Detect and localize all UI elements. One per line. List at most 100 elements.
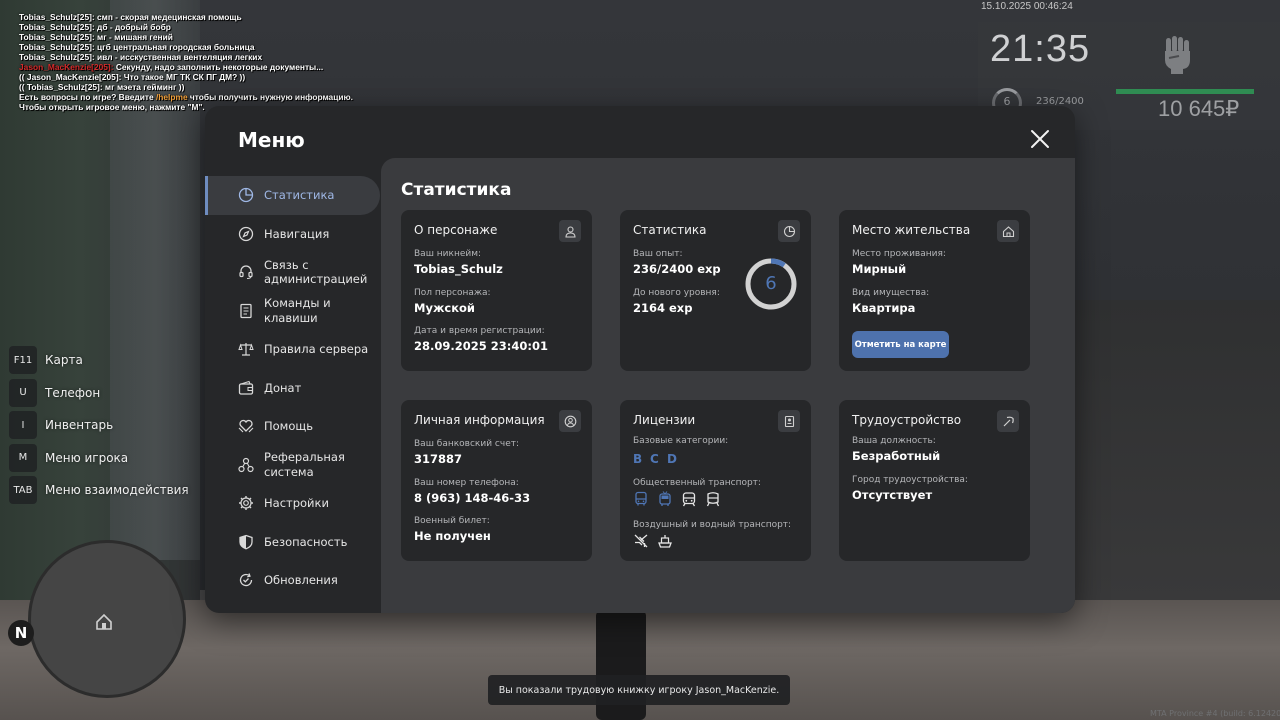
- home-icon: [95, 613, 113, 635]
- chat-line: Tobias_Schulz[25]: мг - мишаня гений: [19, 32, 353, 42]
- chat-line: Tobias_Schulz[25]: дб - добрый бобр: [19, 22, 353, 32]
- gear-icon: [239, 496, 253, 511]
- chat-line: Tobias_Schulz[25]: смп - скорая медецинс…: [19, 12, 353, 22]
- nav-label: Статистика: [264, 188, 335, 202]
- nickname-label: Ваш никнейм:: [414, 249, 482, 259]
- menu-title: Меню: [238, 128, 305, 152]
- ship-icon: [658, 535, 672, 548]
- hint-key: I: [9, 411, 37, 439]
- build-info: MTA Province #4 (build: 6.12420.9: [1150, 709, 1280, 718]
- next-level-label: До нового уровня:: [633, 288, 720, 298]
- hint-label: Телефон: [45, 385, 101, 400]
- chat-text: Tobias_Schulz[25]: дб - добрый бобр: [19, 22, 171, 32]
- nav-label: Безопасность: [264, 534, 348, 549]
- chat-line: Tobias_Schulz[25]: ивл - исскуственная в…: [19, 52, 353, 62]
- card-residence: Место жительства Место проживания: Мирны…: [839, 210, 1030, 371]
- document-icon: [240, 303, 252, 318]
- nav-label: Связь с администрацией: [264, 257, 368, 287]
- mark-on-map-button[interactable]: Отметить на карте: [852, 331, 949, 358]
- pie-chart-icon: [238, 188, 254, 203]
- nav-admin-contact[interactable]: Связь с администрацией: [205, 253, 380, 292]
- key-hints: F11 Карта U Телефон I Инвентарь M Меню и…: [9, 346, 189, 509]
- nav-security[interactable]: Безопасность: [205, 523, 380, 562]
- menu-modal: Меню Статистика Навигация Связь с админи…: [205, 106, 1075, 613]
- hint-key: F11: [9, 346, 37, 374]
- card-title: Лицензии: [633, 413, 696, 427]
- nav-label: Навигация: [264, 226, 330, 241]
- exp-value: 236/2400 exp: [633, 262, 721, 276]
- nav-label: Донат: [264, 380, 302, 395]
- trolleybus-icon: [659, 491, 671, 506]
- wallet-icon: [238, 380, 254, 395]
- chat-line: (( Jason_MacKenzie[205]: Что такое МГ ТК…: [19, 72, 353, 82]
- headset-icon: [239, 265, 253, 280]
- nav-donate[interactable]: Донат: [205, 369, 380, 408]
- tram-icon: [682, 492, 696, 507]
- chat-line: Jason_MacKenzie[205]: Секунду, надо запо…: [19, 62, 353, 72]
- minimap: [28, 540, 186, 698]
- card-title: О персонаже: [414, 223, 498, 237]
- home-icon: [997, 220, 1019, 242]
- residence-place-label: Место проживания:: [852, 249, 946, 259]
- hint-player-menu: M Меню игрока: [9, 443, 189, 472]
- hint-key: M: [9, 443, 37, 472]
- phone-value: 8 (963) 148-46-33: [414, 491, 531, 505]
- chat-text: Есть вопросы по игре? Введите: [19, 92, 156, 102]
- hint-key: TAB: [9, 476, 37, 504]
- license-icon: [778, 410, 800, 432]
- chat-text: Чтобы открыть игровое меню, нажмите "M".: [19, 102, 205, 112]
- card-title: Личная информация: [414, 413, 545, 427]
- nav-label: Правила сервера: [264, 342, 369, 356]
- nav-label: Реферальная система: [264, 450, 345, 479]
- nav-updates[interactable]: Обновления: [205, 561, 380, 600]
- statistics-content: Статистика О персонаже Ваш никнейм: Tobi…: [381, 158, 1075, 613]
- hint-map: F11 Карта: [9, 346, 189, 374]
- content-title: Статистика: [401, 180, 512, 200]
- chat-line: Есть вопросы по игре? Введите /helpme чт…: [19, 92, 353, 102]
- nav-label: Настройки: [264, 496, 329, 510]
- registration-label: Дата и время регистрации:: [414, 326, 545, 336]
- card-personal-info: Личная информация Ваш банковский счет: 3…: [401, 400, 592, 561]
- nav-statistics[interactable]: Статистика: [205, 176, 380, 215]
- nav-referral[interactable]: Реферальная система: [205, 446, 380, 485]
- nav-rules[interactable]: Правила сервера: [205, 330, 380, 369]
- hint-phone: U Телефон: [9, 378, 189, 407]
- residence-place-value: Мирный: [852, 262, 907, 276]
- category-c: C: [650, 452, 659, 466]
- chat-text: Tobias_Schulz[25]: смп - скорая медецинс…: [19, 12, 242, 22]
- chat-text: Tobias_Schulz[25]: ивл - исскуственная в…: [19, 52, 263, 62]
- hud-health-bar: [1116, 89, 1254, 94]
- hint-interaction-menu: TAB Меню взаимодействия: [9, 476, 189, 504]
- card-title: Статистика: [633, 223, 707, 237]
- card-title: Место жительства: [852, 223, 971, 237]
- nav-navigation[interactable]: Навигация: [205, 215, 380, 254]
- scales-icon: [238, 343, 254, 356]
- category-b: B: [633, 452, 643, 466]
- nav-label: Обновления: [264, 573, 338, 587]
- nav-settings[interactable]: Настройки: [205, 484, 380, 523]
- pie-chart-icon: [778, 220, 800, 242]
- hint-label: Карта: [45, 353, 83, 367]
- chat-log: Tobias_Schulz[25]: смп - скорая медецинс…: [19, 12, 353, 112]
- nickname-value: Tobias_Schulz: [414, 262, 503, 276]
- chat-text: чтобы получить нужную информацию.: [187, 92, 353, 102]
- user-icon: [559, 220, 581, 242]
- chat-line: Tobias_Schulz[25]: цгб центральная город…: [19, 42, 353, 52]
- bank-account-label: Ваш банковский счет:: [414, 439, 520, 449]
- heart-hands-icon: [238, 420, 254, 433]
- nav-help[interactable]: Помощь: [205, 407, 380, 446]
- chat-text: Tobias_Schulz[25]: мг - мишаня гений: [19, 32, 173, 42]
- property-type-label: Вид имущества:: [852, 288, 930, 298]
- card-licenses: Лицензии Базовые категории: B C D Общест…: [620, 400, 811, 561]
- fist-icon: [1161, 36, 1195, 74]
- compass-icon: [238, 226, 254, 241]
- military-id-value: Не получен: [414, 529, 491, 543]
- datetime-label: 15.10.2025 00:46:24: [981, 1, 1073, 12]
- bank-account-value: 317887: [414, 452, 463, 466]
- nav-label: Помощь: [264, 419, 314, 433]
- bus-icon: [635, 491, 647, 506]
- nav-commands[interactable]: Команды и клавиши: [205, 292, 380, 331]
- military-id-label: Военный билет:: [414, 516, 490, 526]
- close-button[interactable]: [1027, 126, 1053, 152]
- card-character: О персонаже Ваш никнейм: Tobias_Schulz П…: [401, 210, 592, 371]
